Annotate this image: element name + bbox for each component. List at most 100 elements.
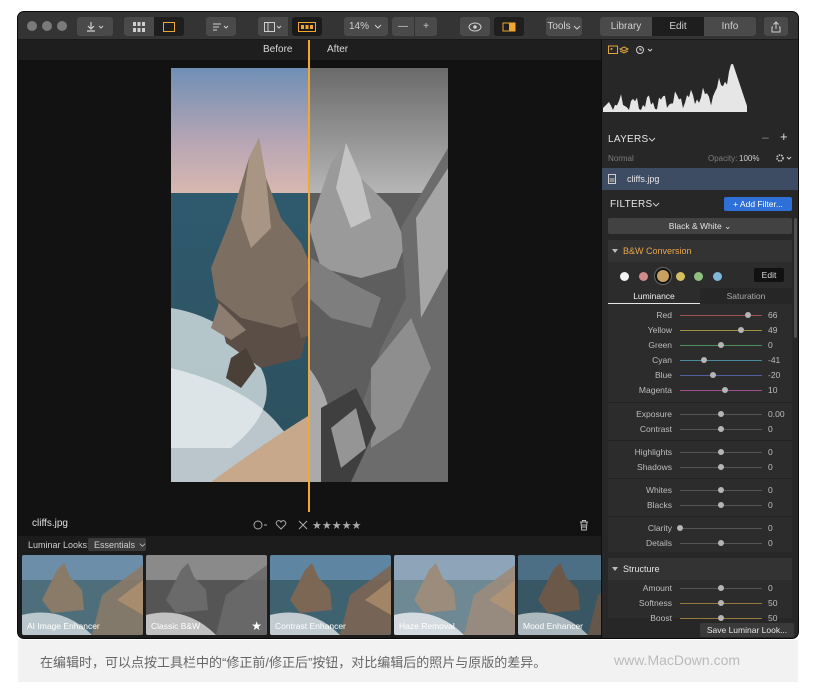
chevron-down-icon xyxy=(573,25,581,30)
caption-text: 在编辑时，可以点按工具栏中的“修正前/修正后”按钮，对比编辑后的照片与原版的差异… xyxy=(40,655,547,670)
slider-label: Yellow xyxy=(647,325,672,335)
structure-group: Structure Amount 0 Softness 50 Boost 50 xyxy=(608,558,792,623)
edit-curve-button[interactable]: Edit xyxy=(754,268,784,282)
slider-label: Blue xyxy=(654,370,672,380)
slider-track[interactable] xyxy=(680,375,762,376)
color-swatch[interactable] xyxy=(620,272,629,281)
grid-view-button[interactable] xyxy=(124,17,154,36)
slider-value: 0 xyxy=(768,340,773,350)
image-canvas[interactable]: cliffs.jpg ★★★★★ xyxy=(18,40,601,546)
color-swatch[interactable] xyxy=(638,272,648,281)
preview-button[interactable] xyxy=(460,17,490,36)
favorite-star-icon[interactable]: ★ xyxy=(251,619,262,633)
slider-handle[interactable] xyxy=(718,464,724,470)
slider-track[interactable] xyxy=(680,390,762,391)
slider-handle[interactable] xyxy=(718,342,724,348)
color-swatch[interactable] xyxy=(694,272,703,281)
slider-track[interactable] xyxy=(680,330,762,331)
trash-icon[interactable] xyxy=(579,519,589,531)
look-thumbnail[interactable]: Haze Removal xyxy=(394,555,515,635)
slider-value: 0 xyxy=(768,447,773,457)
slider-handle[interactable] xyxy=(745,312,752,318)
zoom-window-button[interactable] xyxy=(57,21,67,31)
gear-icon[interactable] xyxy=(775,153,793,163)
sidebar-toggle-button[interactable] xyxy=(258,17,288,36)
heart-icon[interactable] xyxy=(275,519,287,531)
bw-header[interactable]: B&W Conversion xyxy=(608,240,792,262)
star-rating[interactable]: ★★★★★ xyxy=(312,519,361,532)
add-layer-button[interactable]: + xyxy=(780,129,788,144)
slider-handle[interactable] xyxy=(718,615,724,621)
tab-edit[interactable]: Edit xyxy=(652,17,704,36)
slider-row: Clarity 0 xyxy=(608,522,798,536)
close-window-button[interactable] xyxy=(27,21,37,31)
reject-icon[interactable] xyxy=(298,520,308,530)
slider-handle[interactable] xyxy=(738,327,745,333)
chevron-down-icon[interactable] xyxy=(652,202,660,208)
slider-handle[interactable] xyxy=(677,525,683,531)
looks-category-select[interactable]: Essentials xyxy=(88,538,146,551)
layer-row[interactable]: cliffs.jpg xyxy=(602,168,798,190)
compare-divider-handle[interactable] xyxy=(308,40,310,512)
slider-label: Red xyxy=(656,310,672,320)
single-view-button[interactable] xyxy=(154,17,184,36)
slider-handle[interactable] xyxy=(718,487,724,493)
zoom-level: 14% xyxy=(348,21,369,32)
tab-info[interactable]: Info xyxy=(704,17,756,36)
slider-handle[interactable] xyxy=(718,426,724,432)
slider-handle[interactable] xyxy=(718,600,724,606)
slider-value: -41 xyxy=(768,355,781,365)
divider xyxy=(608,402,792,403)
export-button[interactable] xyxy=(77,17,113,36)
slider-value: 0 xyxy=(768,485,773,495)
slider-track[interactable] xyxy=(680,360,762,361)
color-swatch[interactable] xyxy=(657,270,669,282)
slider-handle[interactable] xyxy=(718,449,724,455)
slider-value: 50 xyxy=(768,613,778,623)
minimize-window-button[interactable] xyxy=(42,21,52,31)
filters-title: FILTERS xyxy=(610,199,653,210)
tab-library[interactable]: Library xyxy=(600,17,652,36)
look-thumbnail[interactable]: Classic B&W ★ xyxy=(146,555,267,635)
sort-menu-button[interactable] xyxy=(206,17,236,36)
zoom-out-button[interactable]: — xyxy=(392,17,414,36)
before-after-button[interactable] xyxy=(494,17,524,36)
color-label-icon[interactable] xyxy=(252,519,268,531)
look-name: Contrast Enhancer xyxy=(275,621,346,631)
add-filter-button[interactable]: + Add Filter... xyxy=(724,197,792,211)
preset-select[interactable]: Black & White ⌄ xyxy=(608,218,792,234)
slider-row: Highlights 0 xyxy=(608,446,798,460)
look-thumbnail[interactable]: Contrast Enhancer xyxy=(270,555,391,635)
share-button[interactable] xyxy=(764,17,788,36)
slider-handle[interactable] xyxy=(718,411,724,417)
structure-header[interactable]: Structure xyxy=(608,558,792,580)
panel-mode-icons[interactable] xyxy=(608,45,656,55)
color-swatch[interactable] xyxy=(675,272,685,281)
blend-mode-select[interactable]: Normal xyxy=(608,154,634,163)
slider-label: Softness xyxy=(638,598,672,608)
color-swatch[interactable] xyxy=(712,272,722,281)
tab-saturation[interactable]: Saturation xyxy=(700,288,792,304)
filmstrip-icon xyxy=(298,21,316,32)
looks-label: Luminar Looks: xyxy=(28,540,90,550)
zoom-menu-button[interactable]: 14% xyxy=(344,17,388,36)
zoom-in-button[interactable]: + xyxy=(415,17,437,36)
caption-bar: 在编辑时，可以点按工具栏中的“修正前/修正后”按钮，对比编辑后的照片与原版的差异… xyxy=(18,640,798,682)
opacity-value[interactable]: 100% xyxy=(739,154,759,163)
remove-layer-button[interactable]: – xyxy=(762,130,769,144)
look-thumbnail[interactable]: AI Image Enhancer xyxy=(22,555,143,635)
save-look-button[interactable]: Save Luminar Look... xyxy=(700,623,794,637)
slider-handle[interactable] xyxy=(718,502,724,508)
slider-handle[interactable] xyxy=(722,387,729,393)
slider-handle[interactable] xyxy=(718,540,724,546)
slider-handle[interactable] xyxy=(709,372,716,378)
tab-luminance[interactable]: Luminance xyxy=(608,288,700,304)
slider-track[interactable] xyxy=(680,528,762,529)
tools-menu-button[interactable]: Tools xyxy=(546,17,582,36)
single-image-icon xyxy=(163,21,175,32)
slider-handle[interactable] xyxy=(701,357,708,363)
filmstrip-toggle-button[interactable] xyxy=(292,17,322,36)
slider-label: Contrast xyxy=(639,424,672,434)
slider-handle[interactable] xyxy=(718,585,724,591)
chevron-down-icon[interactable] xyxy=(648,137,656,143)
